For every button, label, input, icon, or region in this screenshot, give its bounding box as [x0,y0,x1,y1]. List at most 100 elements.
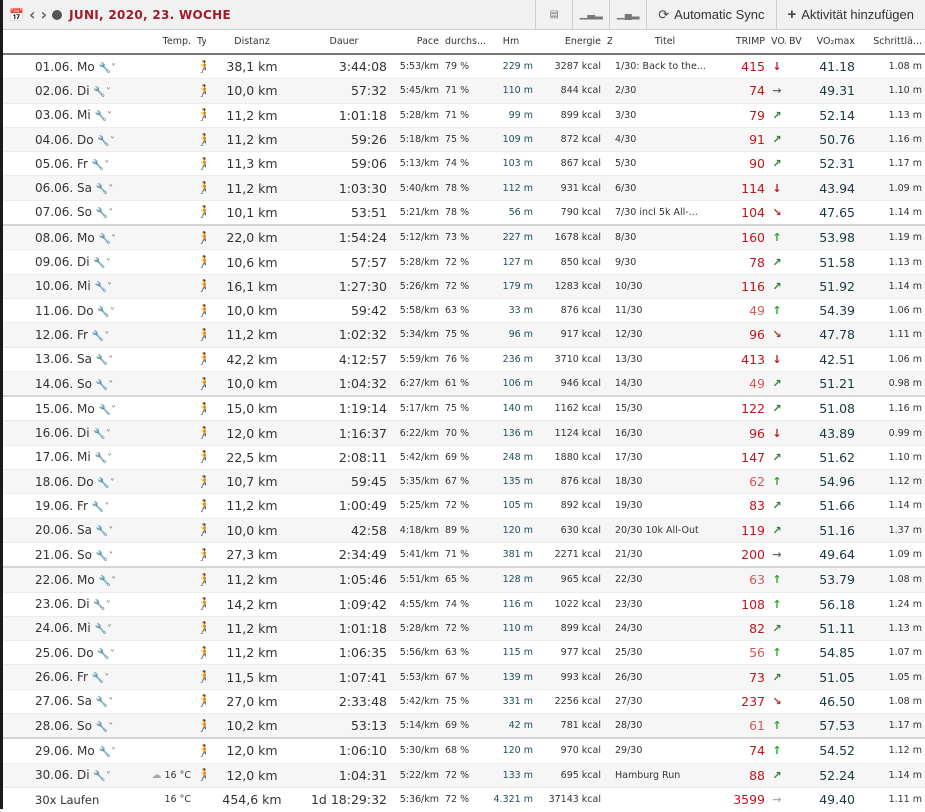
col-temp[interactable]: Temp. [140,30,194,54]
table-row[interactable]: 29.06. Mo 🔧˅🏃12,0 km1:06:105:30/km68 %12… [3,738,925,763]
table-row[interactable]: 12.06. Fr 🔧˅🏃11,2 km1:02:325:34/km75 %96… [3,323,925,347]
wrench-icon[interactable]: 🔧˅ [99,234,116,245]
title-cell[interactable]: 18/30 [612,470,718,494]
calendar-icon[interactable]: 📅 [9,8,24,22]
title-cell[interactable]: 15/30 [612,396,718,421]
title-cell[interactable]: 3/30 [612,103,718,127]
table-row[interactable]: 18.06. Do 🔧˅🏃10,7 km59:455:35/km67 %135 … [3,470,925,494]
title-cell[interactable]: 25/30 [612,641,718,665]
wrench-icon[interactable]: 🔧˅ [97,649,114,660]
col-avg-hr[interactable]: durchs... [442,30,486,54]
wrench-icon[interactable]: 🔧˅ [96,551,113,562]
wrench-icon[interactable]: 🔧˅ [96,208,113,219]
col-distance[interactable]: Distanz [206,30,298,54]
wrench-icon[interactable]: 🔧˅ [99,747,116,758]
wrench-icon[interactable]: 🔧˅ [93,600,110,611]
table-row[interactable]: 09.06. Di 🔧˅🏃10,6 km57:575:28/km72 %127 … [3,250,925,274]
wrench-icon[interactable]: 🔧˅ [97,136,114,147]
wrench-icon[interactable]: 🔧˅ [95,624,112,635]
col-title[interactable]: Titel [612,30,718,54]
title-cell[interactable]: 7/30 incl 5k All-... [612,200,718,225]
wrench-icon[interactable]: 🔧˅ [95,453,112,464]
add-activity-button[interactable]: +Aktivität hinzufügen [776,0,925,29]
col-trimp[interactable]: TRIMP [718,30,768,54]
title-cell[interactable]: 9/30 [612,250,718,274]
table-row[interactable]: 26.06. Fr 🔧˅🏃11,5 km1:07:415:53/km67 %13… [3,665,925,689]
table-row[interactable]: 20.06. Sa 🔧˅🏃10,0 km42:584:18/km89 %120 … [3,518,925,542]
table-row[interactable]: 25.06. Do 🔧˅🏃11,2 km1:06:355:56/km63 %11… [3,641,925,665]
title-cell[interactable]: Hamburg Run [612,763,718,787]
title-cell[interactable]: 23/30 [612,592,718,616]
prev-icon[interactable]: ‹ [29,5,36,24]
next-icon[interactable]: › [41,5,48,24]
title-cell[interactable]: 22/30 [612,567,718,592]
col-type[interactable]: Ty [194,30,206,54]
wrench-icon[interactable]: 🔧˅ [93,258,110,269]
table-row[interactable]: 06.06. Sa 🔧˅🏃11,2 km1:03:305:40/km78 %11… [3,176,925,200]
title-cell[interactable]: 10/30 [612,274,718,298]
col-date[interactable] [3,30,140,54]
title-cell[interactable]: 2/30 [612,79,718,103]
table-row[interactable]: 23.06. Di 🔧˅🏃14,2 km1:09:424:55/km74 %11… [3,592,925,616]
table-row[interactable]: 15.06. Mo 🔧˅🏃15,0 km1:19:145:17/km75 %14… [3,396,925,421]
stats-view-button[interactable]: ▁▄▂ [609,0,646,29]
title-cell[interactable]: 11/30 [612,298,718,322]
title-cell[interactable]: 24/30 [612,616,718,640]
title-cell[interactable]: 5/30 [612,152,718,176]
wrench-icon[interactable]: 🔧˅ [99,63,116,74]
title-cell[interactable]: 27/30 [612,689,718,713]
title-cell[interactable]: 28/30 [612,714,718,739]
title-cell[interactable]: 1/30: Back to the... [612,54,718,79]
col-stride[interactable]: Schrittlä... [858,30,925,54]
table-row[interactable]: 03.06. Mi 🔧˅🏃11,2 km1:01:185:28/km71 %99… [3,103,925,127]
col-vo-trend[interactable]: VO... [768,30,786,54]
wrench-icon[interactable]: 🔧˅ [96,722,113,733]
table-row[interactable]: 10.06. Mi 🔧˅🏃16,1 km1:27:305:26/km72 %17… [3,274,925,298]
table-row[interactable]: 27.06. Sa 🔧˅🏃27,0 km2:33:485:42/km75 %33… [3,689,925,713]
today-dot-icon[interactable] [52,10,62,20]
wrench-icon[interactable]: 🔧˅ [93,771,110,782]
wrench-icon[interactable]: 🔧˅ [99,405,116,416]
table-row[interactable]: 05.06. Fr 🔧˅🏃11,3 km59:065:13/km74 %103 … [3,152,925,176]
title-cell[interactable]: 6/30 [612,176,718,200]
title-cell[interactable]: 4/30 [612,127,718,151]
table-row[interactable]: 08.06. Mo 🔧˅🏃22,0 km1:54:245:12/km73 %22… [3,225,925,250]
table-row[interactable]: 30.06. Di 🔧˅☁ 16 °C🏃12,0 km1:04:315:22/k… [3,763,925,787]
wrench-icon[interactable]: 🔧˅ [96,184,113,195]
table-row[interactable]: 02.06. Di 🔧˅🏃10,0 km57:325:45/km71 %110 … [3,79,925,103]
wrench-icon[interactable]: 🔧˅ [92,160,109,171]
wrench-icon[interactable]: 🔧˅ [99,576,116,587]
col-bv[interactable]: BV [786,30,802,54]
table-row[interactable]: 13.06. Sa 🔧˅🏃42,2 km4:12:575:59/km76 %23… [3,347,925,371]
title-cell[interactable]: 13/30 [612,347,718,371]
table-row[interactable]: 04.06. Do 🔧˅🏃11,2 km59:265:18/km75 %109 … [3,127,925,151]
wrench-icon[interactable]: 🔧˅ [92,331,109,342]
title-cell[interactable]: 26/30 [612,665,718,689]
table-row[interactable]: 21.06. So 🔧˅🏃27,3 km2:34:495:41/km71 %38… [3,542,925,567]
wrench-icon[interactable]: 🔧˅ [96,697,113,708]
title-cell[interactable]: 8/30 [612,225,718,250]
wrench-icon[interactable]: 🔧˅ [95,282,112,293]
wrench-icon[interactable]: 🔧˅ [96,526,113,537]
title-cell[interactable]: 19/30 [612,494,718,518]
wrench-icon[interactable]: 🔧˅ [93,87,110,98]
table-row[interactable]: 16.06. Di 🔧˅🏃12,0 km1:16:376:22/km70 %13… [3,421,925,445]
table-row[interactable]: 11.06. Do 🔧˅🏃10,0 km59:425:58/km63 %33 m… [3,298,925,322]
wrench-icon[interactable]: 🔧˅ [97,478,114,489]
table-row[interactable]: 01.06. Mo 🔧˅🏃38,1 km3:44:085:53/km79 %22… [3,54,925,79]
title-cell[interactable]: 12/30 [612,323,718,347]
title-cell[interactable]: 16/30 [612,421,718,445]
col-energy[interactable]: Energie [536,30,604,54]
col-duration[interactable]: Dauer [298,30,390,54]
table-row[interactable]: 17.06. Mi 🔧˅🏃22,5 km2:08:115:42/km69 %24… [3,445,925,469]
wrench-icon[interactable]: 🔧˅ [97,307,114,318]
col-pace[interactable]: Pace [390,30,442,54]
wrench-icon[interactable]: 🔧˅ [93,429,110,440]
title-cell[interactable]: 29/30 [612,738,718,763]
automatic-sync-button[interactable]: ⟳Automatic Sync [646,0,775,29]
title-cell[interactable]: 21/30 [612,542,718,567]
wrench-icon[interactable]: 🔧˅ [92,673,109,684]
table-row[interactable]: 22.06. Mo 🔧˅🏃11,2 km1:05:465:51/km65 %12… [3,567,925,592]
title-cell[interactable]: 14/30 [612,371,718,396]
table-row[interactable]: 19.06. Fr 🔧˅🏃11,2 km1:00:495:25/km72 %10… [3,494,925,518]
